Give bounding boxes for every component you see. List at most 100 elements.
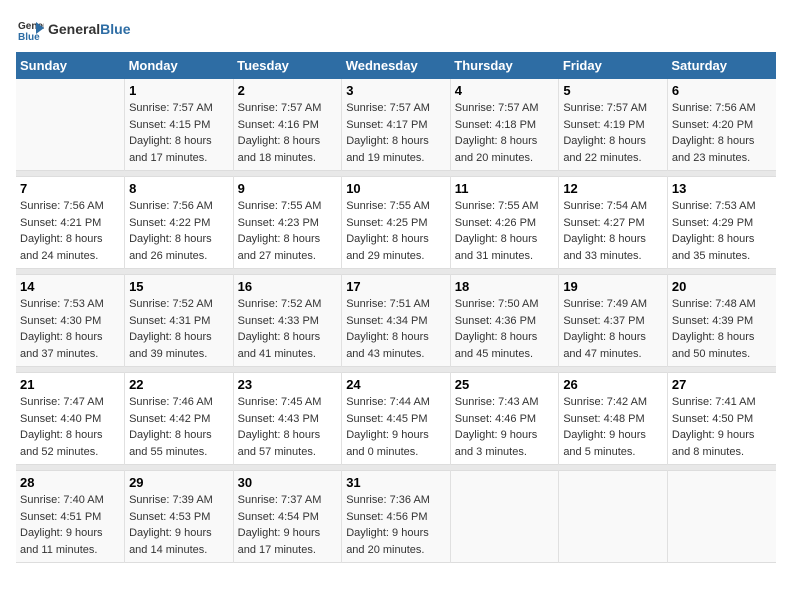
day-number: 18 [455,279,555,294]
logo: General Blue GeneralBlue [16,16,130,44]
day-info: Sunrise: 7:54 AMSunset: 4:27 PMDaylight:… [563,198,663,264]
day-info: Sunrise: 7:55 AMSunset: 4:26 PMDaylight:… [455,198,555,264]
day-info: Sunrise: 7:55 AMSunset: 4:25 PMDaylight:… [346,198,446,264]
calendar-cell [450,471,559,563]
calendar-cell: 17 Sunrise: 7:51 AMSunset: 4:34 PMDayligh… [342,275,451,367]
calendar-cell: 23Sunrise: 7:45 AMSunset: 4:43 PMDayligh… [233,373,342,465]
week-row-2: 7 Sunrise: 7:56 AMSunset: 4:21 PMDaylight… [16,177,776,269]
col-header-wednesday: Wednesday [342,52,451,79]
day-number: 7 [20,181,120,196]
calendar-cell: 12 Sunrise: 7:54 AMSunset: 4:27 PMDayligh… [559,177,668,269]
logo-blue-text: Blue [100,21,130,37]
calendar-cell: 2 Sunrise: 7:57 AMSunset: 4:16 PMDaylight… [233,79,342,171]
calendar-cell: 11 Sunrise: 7:55 AMSunset: 4:26 PMDayligh… [450,177,559,269]
day-info: Sunrise: 7:42 AMSunset: 4:48 PMDaylight:… [563,394,663,460]
day-info: Sunrise: 7:47 AMSunset: 4:40 PMDaylight:… [20,394,120,460]
day-info: Sunrise: 7:55 AMSunset: 4:23 PMDaylight:… [238,198,338,264]
calendar-cell: 10Sunrise: 7:55 AMSunset: 4:25 PMDayligh… [342,177,451,269]
col-header-tuesday: Tuesday [233,52,342,79]
day-number: 28 [20,475,120,490]
calendar-cell: 19 Sunrise: 7:49 AMSunset: 4:37 PMDayligh… [559,275,668,367]
day-number: 12 [563,181,663,196]
day-number: 1 [129,83,229,98]
calendar-cell: 8 Sunrise: 7:56 AMSunset: 4:22 PMDaylight… [125,177,234,269]
day-info: Sunrise: 7:40 AMSunset: 4:51 PMDaylight:… [20,492,120,558]
week-row-1: 1Sunrise: 7:57 AMSunset: 4:15 PMDaylight… [16,79,776,171]
day-info: Sunrise: 7:36 AMSunset: 4:56 PMDaylight:… [346,492,446,558]
day-number: 17 [346,279,446,294]
page-header: General Blue GeneralBlue [16,16,776,44]
day-info: Sunrise: 7:52 AMSunset: 4:31 PMDaylight:… [129,296,229,362]
calendar-cell: 29 Sunrise: 7:39 AMSunset: 4:53 PMDayligh… [125,471,234,563]
day-number: 9 [238,181,338,196]
day-number: 15 [129,279,229,294]
day-number: 3 [346,83,446,98]
day-number: 8 [129,181,229,196]
logo-general-text: General [48,21,100,37]
day-info: Sunrise: 7:46 AMSunset: 4:42 PMDaylight:… [129,394,229,460]
day-number: 25 [455,377,555,392]
col-header-friday: Friday [559,52,668,79]
day-number: 27 [672,377,772,392]
svg-text:Blue: Blue [18,32,40,43]
calendar-cell: 28 Sunrise: 7:40 AMSunset: 4:51 PMDayligh… [16,471,125,563]
day-number: 31 [346,475,446,490]
day-info: Sunrise: 7:41 AMSunset: 4:50 PMDaylight:… [672,394,772,460]
calendar-cell: 14 Sunrise: 7:53 AMSunset: 4:30 PMDayligh… [16,275,125,367]
day-number: 2 [238,83,338,98]
day-info: Sunrise: 7:52 AMSunset: 4:33 PMDaylight:… [238,296,338,362]
calendar-header-row: SundayMondayTuesdayWednesdayThursdayFrid… [16,52,776,79]
day-number: 23 [238,377,338,392]
day-number: 5 [563,83,663,98]
day-info: Sunrise: 7:39 AMSunset: 4:53 PMDaylight:… [129,492,229,558]
day-info: Sunrise: 7:56 AMSunset: 4:21 PMDaylight:… [20,198,120,264]
calendar-cell: 9 Sunrise: 7:55 AMSunset: 4:23 PMDaylight… [233,177,342,269]
calendar-cell [559,471,668,563]
col-header-saturday: Saturday [667,52,776,79]
calendar-table: SundayMondayTuesdayWednesdayThursdayFrid… [16,52,776,563]
week-row-5: 28 Sunrise: 7:40 AMSunset: 4:51 PMDayligh… [16,471,776,563]
day-number: 6 [672,83,772,98]
day-info: Sunrise: 7:50 AMSunset: 4:36 PMDaylight:… [455,296,555,362]
day-number: 20 [672,279,772,294]
day-info: Sunrise: 7:56 AMSunset: 4:22 PMDaylight:… [129,198,229,264]
calendar-cell: 20 Sunrise: 7:48 AMSunset: 4:39 PMDayligh… [667,275,776,367]
calendar-cell: 6Sunrise: 7:56 AMSunset: 4:20 PMDaylight… [667,79,776,171]
calendar-cell: 21 Sunrise: 7:47 AMSunset: 4:40 PMDayligh… [16,373,125,465]
calendar-cell: 7 Sunrise: 7:56 AMSunset: 4:21 PMDaylight… [16,177,125,269]
day-info: Sunrise: 7:49 AMSunset: 4:37 PMDaylight:… [563,296,663,362]
day-info: Sunrise: 7:57 AMSunset: 4:17 PMDaylight:… [346,100,446,166]
day-number: 24 [346,377,446,392]
calendar-cell [16,79,125,171]
day-number: 22 [129,377,229,392]
col-header-monday: Monday [125,52,234,79]
logo-icon: General Blue [16,16,44,44]
calendar-cell [667,471,776,563]
day-number: 11 [455,181,555,196]
day-number: 4 [455,83,555,98]
day-info: Sunrise: 7:57 AMSunset: 4:19 PMDaylight:… [563,100,663,166]
calendar-cell: 27 Sunrise: 7:41 AMSunset: 4:50 PMDayligh… [667,373,776,465]
calendar-cell: 18 Sunrise: 7:50 AMSunset: 4:36 PMDayligh… [450,275,559,367]
day-info: Sunrise: 7:44 AMSunset: 4:45 PMDaylight:… [346,394,446,460]
calendar-cell: 16 Sunrise: 7:52 AMSunset: 4:33 PMDayligh… [233,275,342,367]
calendar-cell: 30Sunrise: 7:37 AMSunset: 4:54 PMDayligh… [233,471,342,563]
calendar-cell: 5 Sunrise: 7:57 AMSunset: 4:19 PMDaylight… [559,79,668,171]
calendar-cell: 13Sunrise: 7:53 AMSunset: 4:29 PMDayligh… [667,177,776,269]
day-info: Sunrise: 7:48 AMSunset: 4:39 PMDaylight:… [672,296,772,362]
day-info: Sunrise: 7:57 AMSunset: 4:16 PMDaylight:… [238,100,338,166]
calendar-cell: 15 Sunrise: 7:52 AMSunset: 4:31 PMDayligh… [125,275,234,367]
day-number: 16 [238,279,338,294]
day-info: Sunrise: 7:51 AMSunset: 4:34 PMDaylight:… [346,296,446,362]
calendar-cell: 25Sunrise: 7:43 AMSunset: 4:46 PMDayligh… [450,373,559,465]
day-number: 21 [20,377,120,392]
calendar-cell: 4Sunrise: 7:57 AMSunset: 4:18 PMDaylight… [450,79,559,171]
day-number: 29 [129,475,229,490]
day-number: 19 [563,279,663,294]
day-number: 13 [672,181,772,196]
day-number: 14 [20,279,120,294]
col-header-thursday: Thursday [450,52,559,79]
day-info: Sunrise: 7:53 AMSunset: 4:30 PMDaylight:… [20,296,120,362]
day-info: Sunrise: 7:37 AMSunset: 4:54 PMDaylight:… [238,492,338,558]
week-row-4: 21 Sunrise: 7:47 AMSunset: 4:40 PMDayligh… [16,373,776,465]
